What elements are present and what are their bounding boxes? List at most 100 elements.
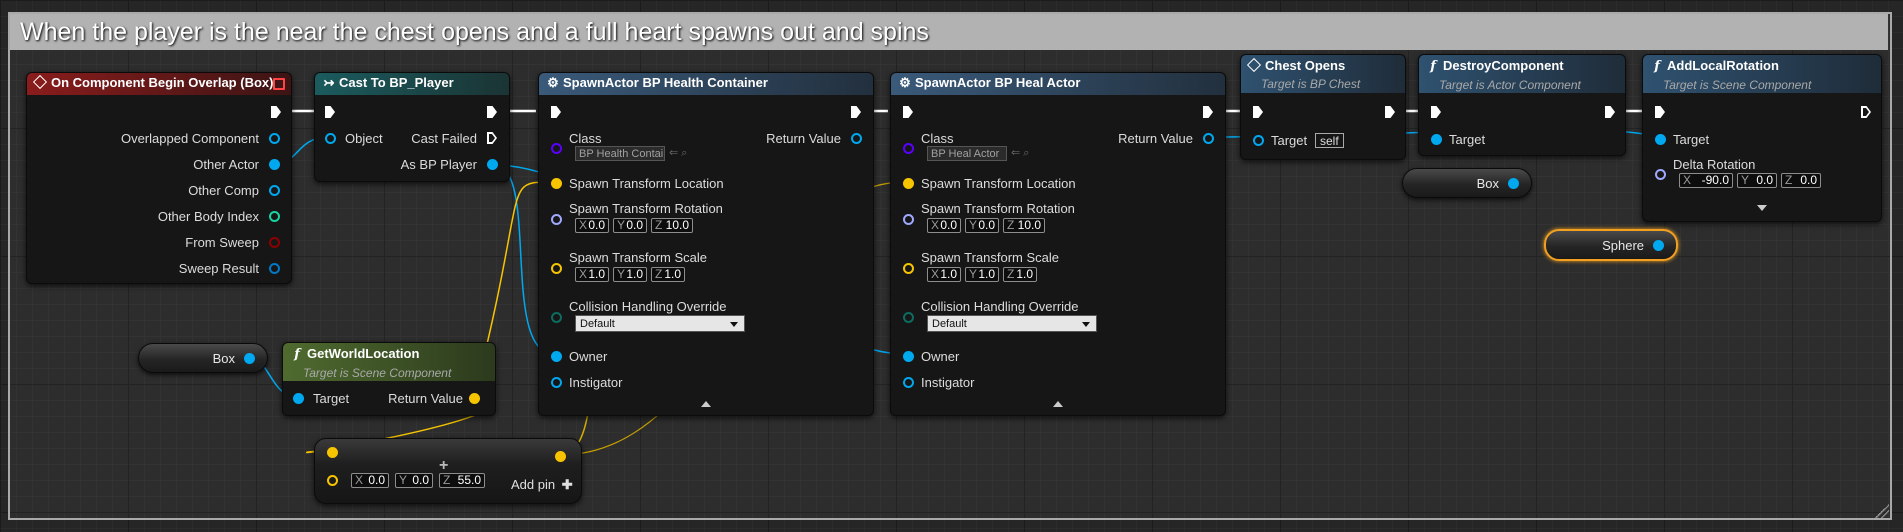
box-output-pin[interactable]: [244, 353, 255, 364]
node-header[interactable]: ⚙ SpawnActor BP Health Container: [539, 73, 873, 95]
collision-override-pin[interactable]: [551, 312, 562, 323]
return-value-pin[interactable]: [1203, 133, 1214, 144]
delta-rotation-pin[interactable]: [1655, 169, 1666, 180]
overlapped-component-pin[interactable]: [269, 133, 280, 144]
spawn-actor-health-node[interactable]: ⚙ SpawnActor BP Health Container Class BP…: [538, 72, 874, 416]
class-pin[interactable]: [903, 143, 914, 154]
rotation-z-field[interactable]: Z 10.0: [651, 218, 693, 233]
destroy-component-node[interactable]: f DestroyComponent Target is Actor Compon…: [1418, 54, 1626, 156]
collision-override-pin[interactable]: [903, 312, 914, 323]
collapse-arrow-icon[interactable]: [701, 401, 711, 407]
node-header[interactable]: f GetWorldLocation Target is Scene Compon…: [283, 343, 495, 381]
return-value-pin[interactable]: [851, 133, 862, 144]
target-pin[interactable]: [1431, 134, 1442, 145]
instigator-pin[interactable]: [551, 377, 562, 388]
rotation-y-field[interactable]: Y 0.0: [613, 218, 647, 233]
exec-out-pin[interactable]: [1861, 106, 1871, 118]
spawn-location-pin[interactable]: [551, 178, 562, 189]
vec-x-field[interactable]: X 0.0: [351, 473, 389, 488]
target-pin[interactable]: [1655, 134, 1666, 145]
browse-icons[interactable]: ⇐ ⌕: [669, 146, 687, 160]
exec-in-pin[interactable]: [551, 106, 561, 118]
cast-failed-exec-pin[interactable]: [487, 132, 497, 144]
delta-z-field[interactable]: Z 0.0: [1781, 173, 1821, 188]
collision-dropdown[interactable]: Default: [927, 315, 1097, 332]
spawn-scale-pin[interactable]: [903, 263, 914, 274]
add-local-rotation-node[interactable]: f AddLocalRotation Target is Scene Compon…: [1642, 54, 1882, 222]
other-actor-pin[interactable]: [269, 159, 280, 170]
other-comp-pin[interactable]: [269, 185, 280, 196]
target-pin[interactable]: [293, 393, 304, 404]
owner-pin[interactable]: [551, 351, 562, 362]
node-header[interactable]: ↣ Cast To BP_Player: [315, 73, 509, 95]
target-pin[interactable]: [1253, 135, 1264, 146]
box-variable-node[interactable]: Box: [1402, 168, 1532, 198]
scale-x-field[interactable]: X 1.0: [575, 267, 609, 282]
rotation-z-field[interactable]: Z 10.0: [1003, 218, 1045, 233]
scale-x-field[interactable]: X 1.0: [927, 267, 961, 282]
exec-in-pin[interactable]: [1253, 106, 1263, 118]
exec-out-pin[interactable]: [1203, 106, 1213, 118]
owner-pin[interactable]: [903, 351, 914, 362]
collision-dropdown[interactable]: Default: [575, 315, 745, 332]
delegate-pin[interactable]: [273, 78, 285, 90]
spawn-scale-pin[interactable]: [551, 263, 562, 274]
scale-y-field[interactable]: Y 1.0: [965, 267, 999, 282]
scale-y-field[interactable]: Y 1.0: [613, 267, 647, 282]
return-value-pin[interactable]: [469, 393, 480, 404]
as-bp-player-pin[interactable]: [487, 159, 498, 170]
collapse-arrow-icon[interactable]: [1053, 401, 1063, 407]
other-body-index-pin[interactable]: [269, 211, 280, 222]
rotation-x-field[interactable]: X 0.0: [927, 218, 961, 233]
exec-out-pin[interactable]: [271, 106, 281, 118]
node-header[interactable]: Chest Opens Target is BP Chest: [1241, 55, 1405, 93]
scale-z-field[interactable]: Z 1.0: [1003, 267, 1037, 282]
output-pin[interactable]: [555, 451, 566, 462]
event-node-begin-overlap[interactable]: On Component Begin Overlap (Box) Overlap…: [26, 72, 292, 284]
vec-y-field[interactable]: Y 0.0: [395, 473, 433, 488]
vec-z-field[interactable]: Z 55.0: [439, 473, 485, 488]
from-sweep-pin[interactable]: [269, 237, 280, 248]
class-select[interactable]: BP Heal Actor: [927, 146, 1007, 161]
input-b-pin[interactable]: [327, 475, 338, 486]
spawn-rotation-pin[interactable]: [551, 214, 562, 225]
input-a-pin[interactable]: [327, 447, 338, 458]
instigator-pin[interactable]: [903, 377, 914, 388]
node-title: SpawnActor BP Heal Actor: [915, 75, 1081, 90]
spawn-location-pin[interactable]: [903, 178, 914, 189]
exec-in-pin[interactable]: [1655, 106, 1665, 118]
cast-node[interactable]: ↣ Cast To BP_Player Object Cast Failed As…: [314, 72, 510, 182]
spawn-actor-heal-node[interactable]: ⚙ SpawnActor BP Heal Actor Class BP Heal …: [890, 72, 1226, 416]
node-header[interactable]: f DestroyComponent Target is Actor Compon…: [1419, 55, 1625, 93]
box-output-pin[interactable]: [1508, 178, 1519, 189]
exec-in-pin[interactable]: [1431, 106, 1441, 118]
expand-arrow-icon[interactable]: [1757, 205, 1767, 211]
scale-z-field[interactable]: Z 1.0: [651, 267, 685, 282]
sphere-variable-node[interactable]: Sphere: [1544, 229, 1678, 261]
delta-y-field[interactable]: Y 0.0: [1737, 173, 1777, 188]
node-header[interactable]: On Component Begin Overlap (Box): [27, 73, 291, 95]
box-variable-node[interactable]: Box: [138, 343, 268, 373]
add-pin-button[interactable]: Add pin ✚: [511, 477, 573, 493]
rotation-x-field[interactable]: X 0.0: [575, 218, 609, 233]
exec-out-pin[interactable]: [1385, 106, 1395, 118]
delta-x-field[interactable]: X -90.0: [1679, 173, 1733, 188]
node-header[interactable]: f AddLocalRotation Target is Scene Compon…: [1643, 55, 1881, 93]
class-pin[interactable]: [551, 143, 562, 154]
sweep-result-pin[interactable]: [269, 263, 280, 274]
exec-in-pin[interactable]: [903, 106, 913, 118]
class-select[interactable]: BP Health Contai: [575, 146, 665, 161]
object-pin[interactable]: [325, 133, 336, 144]
exec-out-pin[interactable]: [851, 106, 861, 118]
chest-opens-node[interactable]: Chest Opens Target is BP Chest Target se…: [1240, 54, 1406, 160]
rotation-y-field[interactable]: Y 0.0: [965, 218, 999, 233]
exec-in-pin[interactable]: [325, 106, 335, 118]
sphere-output-pin[interactable]: [1653, 240, 1664, 251]
browse-icons[interactable]: ⇐ ⌕: [1011, 146, 1029, 160]
exec-out-pin[interactable]: [1605, 106, 1615, 118]
node-header[interactable]: ⚙ SpawnActor BP Heal Actor: [891, 73, 1225, 95]
vector-add-node[interactable]: X 0.0 Y 0.0 Z 55.0 + Add pin ✚: [314, 438, 582, 504]
exec-out-pin[interactable]: [487, 106, 497, 118]
get-world-location-node[interactable]: f GetWorldLocation Target is Scene Compon…: [282, 342, 496, 416]
spawn-rotation-pin[interactable]: [903, 214, 914, 225]
